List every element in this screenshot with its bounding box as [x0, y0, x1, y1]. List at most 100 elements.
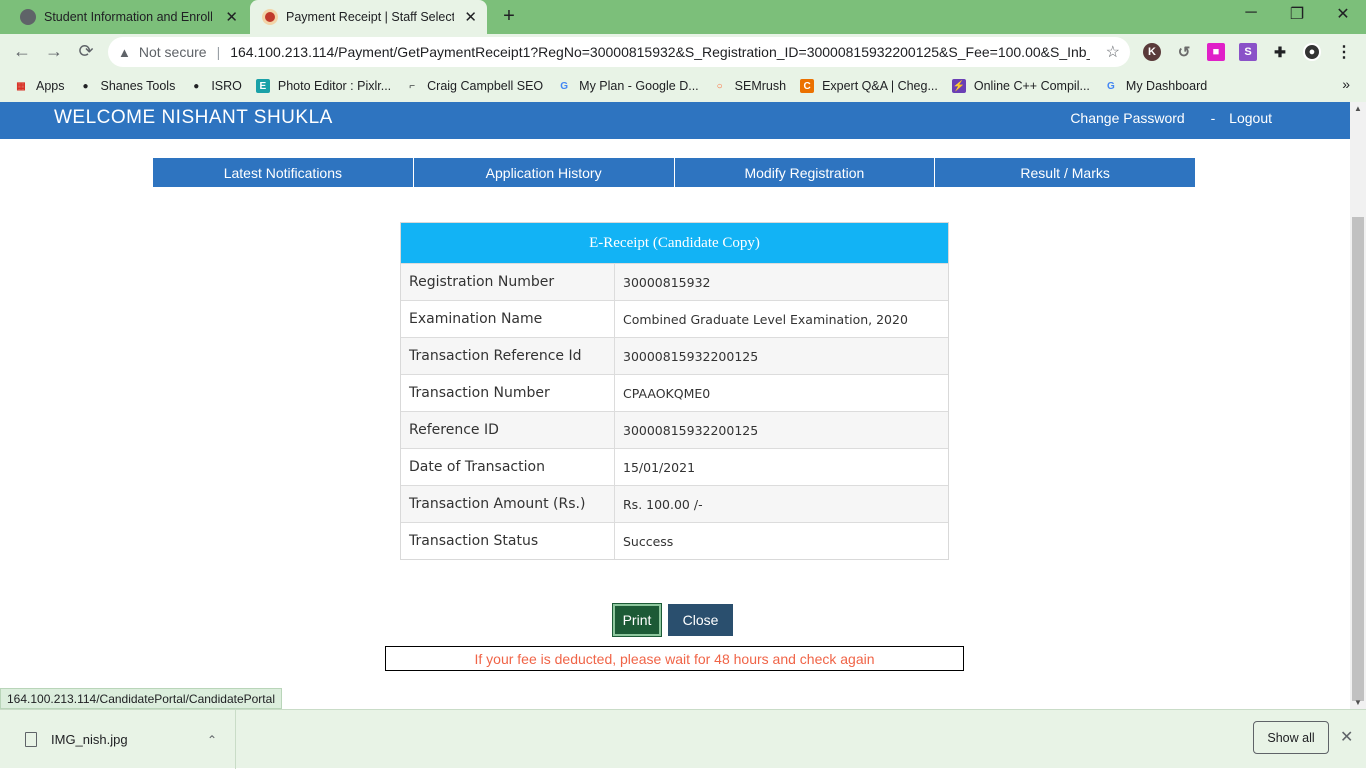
- download-file-name: IMG_nish.jpg: [51, 732, 128, 747]
- row-value: 15/01/2021: [623, 459, 696, 475]
- bookmark-craig-campbell[interactable]: ⌐ Craig Campbell SEO: [405, 79, 543, 93]
- bookmark-my-dashboard[interactable]: G My Dashboard: [1104, 79, 1207, 93]
- menu-result-marks[interactable]: Result / Marks: [935, 158, 1195, 187]
- new-tab-button[interactable]: +: [498, 5, 520, 28]
- close-tab-icon[interactable]: ✕: [464, 8, 477, 26]
- row-label: Transaction Reference Id: [401, 338, 615, 374]
- bookmark-apps[interactable]: ▦ Apps: [14, 79, 65, 93]
- minimize-button[interactable]: ─: [1236, 4, 1266, 22]
- receipt-title: E-Receipt (Candidate Copy): [401, 223, 948, 263]
- table-row: Reference ID 30000815932200125: [401, 411, 948, 448]
- status-bar-url: 164.100.213.114/CandidatePortal/Candidat…: [0, 688, 282, 709]
- bookmark-label: Craig Campbell SEO: [427, 79, 544, 93]
- tab-strip: Student Information and Enrollm ✕ Paymen…: [0, 0, 1366, 34]
- logout-link[interactable]: Logout: [1229, 110, 1272, 126]
- main-menu: Latest Notifications Application History…: [153, 158, 1195, 187]
- bookmark-label: Photo Editor : Pixlr...: [277, 79, 392, 93]
- bookmark-my-plan[interactable]: G My Plan - Google D...: [557, 79, 699, 93]
- print-button[interactable]: Print: [612, 603, 662, 637]
- menu-modify-registration[interactable]: Modify Registration: [674, 158, 936, 187]
- download-shelf: IMG_nish.jpg ⌃ Show all ✕: [0, 709, 1366, 769]
- bookmark-label: ISRO: [211, 79, 242, 93]
- close-shelf-icon[interactable]: ✕: [1340, 727, 1353, 747]
- chevron-up-icon[interactable]: ⌃: [207, 733, 217, 747]
- row-label: Transaction Number: [401, 375, 615, 411]
- window-close-button[interactable]: ✕: [1328, 4, 1358, 24]
- url-text[interactable]: 164.100.213.114/Payment/GetPaymentReceip…: [230, 44, 1090, 60]
- scroll-down-icon[interactable]: ▼: [1350, 698, 1366, 707]
- e-receipt-table: E-Receipt (Candidate Copy) Registration …: [400, 222, 949, 560]
- bookmark-label: Expert Q&A | Cheg...: [822, 79, 938, 93]
- table-row: Transaction Amount (Rs.) Rs. 100.00 /-: [401, 485, 948, 522]
- table-row: Transaction Reference Id 3000081593220012…: [401, 337, 948, 374]
- extension-k-icon[interactable]: K: [1143, 43, 1161, 61]
- reload-icon[interactable]: ⟳: [74, 41, 98, 62]
- craig-campbell-icon: ⌐: [409, 80, 416, 92]
- bookmark-isro[interactable]: ● ISRO: [189, 79, 242, 93]
- back-icon[interactable]: ←: [10, 41, 34, 62]
- table-row: Registration Number 30000815932: [401, 263, 948, 300]
- bookmark-label: Online C++ Compil...: [973, 79, 1090, 93]
- address-separator: |: [216, 44, 221, 60]
- row-value: 30000815932200125: [623, 348, 759, 364]
- header-links: Change Password - Logout: [1060, 110, 1272, 126]
- bookmark-star-icon[interactable]: ☆: [1106, 42, 1120, 62]
- menu-latest-notifications[interactable]: Latest Notifications: [153, 158, 414, 187]
- scroll-up-icon[interactable]: ▲: [1350, 104, 1366, 113]
- bookmark-chegg[interactable]: C Expert Q&A | Cheg...: [800, 79, 938, 93]
- bookmarks-overflow-icon[interactable]: »: [1342, 76, 1350, 92]
- tab-student-information[interactable]: Student Information and Enrollm ✕: [8, 0, 248, 34]
- close-tab-icon[interactable]: ✕: [225, 8, 238, 26]
- menu-kebab-icon[interactable]: ⋮: [1335, 43, 1353, 61]
- bookmark-label: My Plan - Google D...: [579, 79, 699, 93]
- show-all-button[interactable]: Show all: [1253, 721, 1329, 754]
- google-icon: G: [560, 80, 569, 92]
- apps-grid-icon: ▦: [16, 80, 26, 92]
- bookmark-online-cpp[interactable]: ⚡ Online C++ Compil...: [951, 79, 1090, 93]
- maximize-button[interactable]: ❐: [1282, 4, 1312, 24]
- vertical-scrollbar[interactable]: ▲ ▼: [1350, 102, 1366, 709]
- fee-notice: If your fee is deducted, please wait for…: [385, 646, 964, 671]
- security-label[interactable]: Not secure: [139, 44, 207, 60]
- change-password-link[interactable]: Change Password: [1070, 110, 1184, 126]
- row-label: Transaction Status: [401, 523, 615, 559]
- tab-title: Payment Receipt | Staff Selection: [286, 10, 454, 24]
- table-row: Transaction Number CPAAOKQME0: [401, 374, 948, 411]
- row-value: 30000815932200125: [623, 422, 759, 438]
- table-row: Date of Transaction 15/01/2021: [401, 448, 948, 485]
- browser-toolbar: ← → ⟳ ▲ Not secure | 164.100.213.114/Pay…: [0, 34, 1366, 70]
- tab-payment-receipt[interactable]: Payment Receipt | Staff Selection ✕: [250, 0, 487, 34]
- bookmark-pixlr[interactable]: E Photo Editor : Pixlr...: [255, 79, 392, 93]
- menu-application-history[interactable]: Application History: [413, 158, 675, 187]
- forward-icon[interactable]: →: [42, 41, 66, 62]
- extension-s-icon[interactable]: S: [1239, 43, 1257, 61]
- bookmark-label: Apps: [36, 79, 65, 93]
- globe-icon: ●: [193, 80, 200, 92]
- pixlr-icon: E: [255, 79, 270, 93]
- tab-title: Student Information and Enrollm: [44, 10, 212, 24]
- scrollbar-thumb[interactable]: [1352, 217, 1364, 701]
- row-value: Rs. 100.00 /-: [623, 496, 703, 512]
- row-label: Registration Number: [401, 264, 615, 300]
- close-button[interactable]: Close: [668, 604, 733, 636]
- bookmark-shanes-tools[interactable]: ● Shanes Tools: [79, 79, 176, 93]
- row-label: Examination Name: [401, 301, 615, 337]
- table-row: Transaction Status Success: [401, 522, 948, 559]
- row-value: Success: [623, 533, 674, 549]
- bookmark-label: SEMrush: [734, 79, 787, 93]
- file-icon: [25, 732, 37, 747]
- bookmark-semrush[interactable]: ○ SEMrush: [713, 79, 786, 93]
- row-value: 30000815932: [623, 274, 711, 290]
- chegg-icon: C: [800, 79, 815, 93]
- address-bar[interactable]: ▲ Not secure | 164.100.213.114/Payment/G…: [108, 37, 1130, 67]
- warning-icon[interactable]: ▲: [118, 45, 131, 60]
- google-icon: G: [1107, 80, 1115, 92]
- history-extension-icon[interactable]: ↺: [1175, 43, 1193, 61]
- welcome-text: WELCOME NISHANT SHUKLA: [54, 107, 333, 128]
- extension-square-icon[interactable]: ■: [1207, 43, 1225, 61]
- profile-avatar[interactable]: ●: [1303, 43, 1321, 61]
- extensions-puzzle-icon[interactable]: ✚: [1271, 43, 1289, 61]
- row-label: Reference ID: [401, 412, 615, 448]
- bookmark-label: Shanes Tools: [100, 79, 176, 93]
- download-item[interactable]: IMG_nish.jpg ⌃: [16, 710, 236, 769]
